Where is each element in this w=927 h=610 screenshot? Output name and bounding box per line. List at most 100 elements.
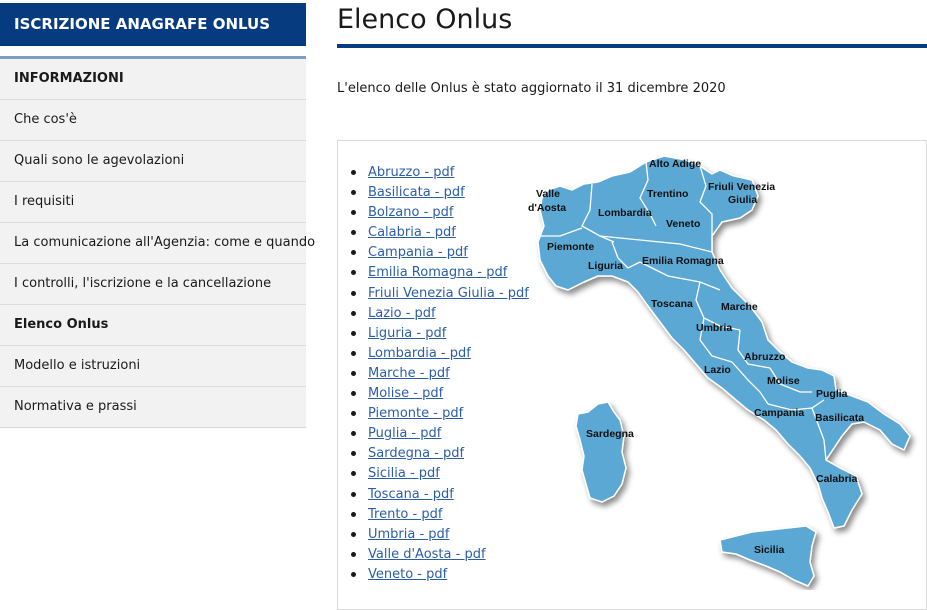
map-label-campania: Campania [754,407,804,419]
bullet-icon [351,391,356,397]
bullet-icon [351,230,356,236]
map-label-lazio: Lazio [704,364,731,376]
sidebar-item-normativa[interactable]: Normativa e prassi [0,387,306,427]
bullet-icon [351,290,356,296]
page-title: Elenco Onlus [337,4,513,35]
sidebar-nav-title: INFORMAZIONI [0,59,306,100]
link-basilicata-pdf[interactable]: Basilicata - pdf [368,185,465,200]
map-label-umbria: Umbria [696,322,732,334]
bullet-icon [351,350,356,356]
map-label-puglia: Puglia [816,388,848,400]
sidebar-item-elenco-onlus[interactable]: Elenco Onlus [0,305,306,346]
map-sicilia[interactable] [719,525,817,587]
link-lazio-pdf[interactable]: Lazio - pdf [368,306,436,321]
link-marche-pdf[interactable]: Marche - pdf [368,366,450,381]
link-valle-daosta-pdf[interactable]: Valle d'Aosta - pdf [368,547,486,562]
link-molise-pdf[interactable]: Molise - pdf [368,386,443,401]
list-item: Lombardia - pdf [351,344,529,364]
map-sardegna[interactable] [575,401,627,503]
list-item: Bolzano - pdf [351,203,529,223]
bullet-icon [351,491,356,497]
sidebar-nav: INFORMAZIONI Che cos'è Quali sono le age… [0,56,315,428]
sidebar-item-agevolazioni[interactable]: Quali sono le agevolazioni [0,141,306,182]
bullet-icon [351,471,356,477]
bullet-icon [351,190,356,196]
bullet-icon [351,551,356,557]
map-label-lombardia: Lombardia [598,207,652,219]
list-item: Friuli Venezia Giulia - pdf [351,284,529,304]
list-item: Emilia Romagna - pdf [351,263,529,283]
update-notice: L'elenco delle Onlus è stato aggiornato … [337,81,726,96]
list-item: Lazio - pdf [351,304,529,324]
bullet-icon [351,270,356,276]
link-sardegna-pdf[interactable]: Sardegna - pdf [368,446,464,461]
link-trento-pdf[interactable]: Trento - pdf [368,507,442,522]
link-veneto-pdf[interactable]: Veneto - pdf [368,567,447,582]
link-friuli-pdf[interactable]: Friuli Venezia Giulia - pdf [368,286,529,301]
link-bolzano-pdf[interactable]: Bolzano - pdf [368,205,454,220]
sidebar-header[interactable]: ISCRIZIONE ANAGRAFE ONLUS [0,3,306,46]
list-item: Liguria - pdf [351,324,529,344]
map-label-emilia: Emilia Romagna [642,255,724,267]
region-pdf-list: Abruzzo - pdf Basilicata - pdf Bolzano -… [351,163,529,585]
bullet-icon [351,250,356,256]
map-label-sicilia: Sicilia [754,544,785,556]
map-label-basilicata: Basilicata [815,412,864,424]
bullet-icon [351,370,356,376]
link-liguria-pdf[interactable]: Liguria - pdf [368,326,446,341]
map-label-sardegna: Sardegna [586,428,634,440]
list-item: Veneto - pdf [351,565,529,585]
bullet-icon [351,531,356,537]
map-label-liguria: Liguria [588,260,623,272]
link-abruzzo-pdf[interactable]: Abruzzo - pdf [368,165,454,180]
list-item: Marche - pdf [351,364,529,384]
bullet-icon [351,330,356,336]
italy-map[interactable]: Alto Adige Valle d'Aosta Trentino Friuli… [510,150,920,590]
list-item: Molise - pdf [351,384,529,404]
sidebar-item-requisiti[interactable]: I requisiti [0,182,306,223]
sidebar-item-modello[interactable]: Modello e istruzioni [0,346,306,387]
list-item: Puglia - pdf [351,424,529,444]
bullet-icon [351,451,356,457]
link-emilia-romagna-pdf[interactable]: Emilia Romagna - pdf [368,265,507,280]
sidebar-item-comunicazione[interactable]: La comunicazione all'Agenzia: come e qua… [0,223,315,264]
link-umbria-pdf[interactable]: Umbria - pdf [368,527,449,542]
map-label-trentino: Trentino [647,188,688,200]
map-label-calabria: Calabria [816,473,858,485]
list-item: Trento - pdf [351,505,529,525]
map-label-abruzzo: Abruzzo [744,351,785,363]
title-divider [337,44,927,48]
link-campania-pdf[interactable]: Campania - pdf [368,245,468,260]
map-label-valle-2: d'Aosta [528,202,566,214]
list-item: Basilicata - pdf [351,183,529,203]
bullet-icon [351,170,356,175]
bullet-icon [351,310,356,316]
map-label-piemonte: Piemonte [547,241,594,253]
list-item: Valle d'Aosta - pdf [351,545,529,565]
list-item: Campania - pdf [351,243,529,263]
link-sicilia-pdf[interactable]: Sicilia - pdf [368,466,440,481]
link-puglia-pdf[interactable]: Puglia - pdf [368,426,441,441]
map-label-toscana: Toscana [651,298,693,310]
bullet-icon [351,411,356,417]
sidebar-item-controlli[interactable]: I controlli, l'iscrizione e la cancellaz… [0,264,306,305]
sidebar-item-che-cose[interactable]: Che cos'è [0,100,306,141]
list-item: Toscana - pdf [351,485,529,505]
link-piemonte-pdf[interactable]: Piemonte - pdf [368,406,463,421]
list-item: Piemonte - pdf [351,404,529,424]
list-item: Sicilia - pdf [351,464,529,484]
bullet-icon [351,210,356,216]
list-item: Sardegna - pdf [351,444,529,464]
link-toscana-pdf[interactable]: Toscana - pdf [368,487,454,502]
list-item: Calabria - pdf [351,223,529,243]
map-label-veneto: Veneto [666,218,700,230]
bullet-icon [351,571,356,577]
bullet-icon [351,511,356,517]
map-label-molise: Molise [767,375,800,387]
map-label-friuli-1: Friuli Venezia [708,181,775,193]
link-calabria-pdf[interactable]: Calabria - pdf [368,225,456,240]
map-label-valle-1: Valle [536,188,560,200]
list-item: Abruzzo - pdf [351,163,529,183]
link-lombardia-pdf[interactable]: Lombardia - pdf [368,346,471,361]
map-label-friuli-2: Giulia [728,194,757,206]
